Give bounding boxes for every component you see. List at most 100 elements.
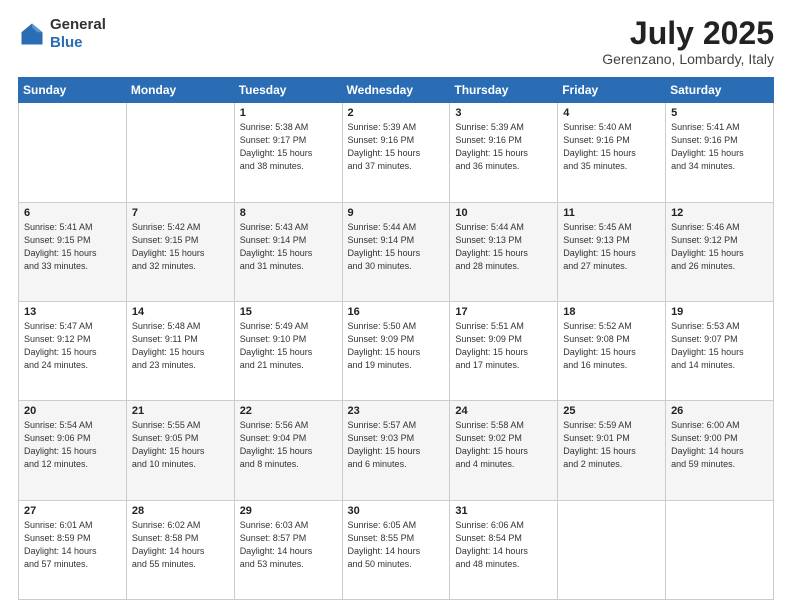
day-info: Sunrise: 5:55 AM Sunset: 9:05 PM Dayligh…: [132, 419, 229, 471]
day-info: Sunrise: 6:00 AM Sunset: 9:00 PM Dayligh…: [671, 419, 768, 471]
day-number: 18: [563, 306, 660, 318]
day-number: 25: [563, 405, 660, 417]
calendar-cell: 26 Sunrise: 6:00 AM Sunset: 9:00 PM Dayli…: [666, 401, 774, 500]
calendar-cell: 12 Sunrise: 5:46 AM Sunset: 9:12 PM Dayli…: [666, 202, 774, 301]
day-info: Sunrise: 5:42 AM Sunset: 9:15 PM Dayligh…: [132, 221, 229, 273]
calendar-week-1: 1 Sunrise: 5:38 AM Sunset: 9:17 PM Daylig…: [19, 103, 774, 202]
day-number: 15: [240, 306, 337, 318]
calendar-cell: 15 Sunrise: 5:49 AM Sunset: 9:10 PM Dayli…: [234, 301, 342, 400]
calendar-table: Sunday Monday Tuesday Wednesday Thursday…: [18, 77, 774, 600]
logo-blue: Blue: [50, 34, 83, 51]
logo-text: General Blue: [50, 16, 106, 52]
calendar-cell: 21 Sunrise: 5:55 AM Sunset: 9:05 PM Dayli…: [126, 401, 234, 500]
calendar-cell: 30Sunrise: 6:05 AM Sunset: 8:55 PM Dayli…: [342, 500, 450, 599]
day-info: Sunrise: 5:40 AM Sunset: 9:16 PM Dayligh…: [563, 121, 660, 173]
calendar-cell: 8 Sunrise: 5:43 AM Sunset: 9:14 PM Daylig…: [234, 202, 342, 301]
day-number: 6: [24, 207, 121, 219]
calendar-cell: 7 Sunrise: 5:42 AM Sunset: 9:15 PM Daylig…: [126, 202, 234, 301]
day-number: 9: [348, 207, 445, 219]
col-sunday: Sunday: [19, 78, 127, 103]
calendar-cell: 28Sunrise: 6:02 AM Sunset: 8:58 PM Dayli…: [126, 500, 234, 599]
calendar-cell: 18Sunrise: 5:52 AM Sunset: 9:08 PM Dayli…: [558, 301, 666, 400]
calendar-cell: 1 Sunrise: 5:38 AM Sunset: 9:17 PM Daylig…: [234, 103, 342, 202]
day-number: 31: [455, 505, 552, 517]
calendar-cell: 27Sunrise: 6:01 AM Sunset: 8:59 PM Dayli…: [19, 500, 127, 599]
day-info: Sunrise: 5:38 AM Sunset: 9:17 PM Dayligh…: [240, 121, 337, 173]
calendar-cell: [19, 103, 127, 202]
calendar-cell: 17Sunrise: 5:51 AM Sunset: 9:09 PM Dayli…: [450, 301, 558, 400]
day-number: 21: [132, 405, 229, 417]
col-friday: Friday: [558, 78, 666, 103]
col-wednesday: Wednesday: [342, 78, 450, 103]
calendar-cell: 16 Sunrise: 5:50 AM Sunset: 9:09 PM Dayli…: [342, 301, 450, 400]
title-block: July 2025 Gerenzano, Lombardy, Italy: [602, 16, 774, 67]
day-info: Sunrise: 5:50 AM Sunset: 9:09 PM Dayligh…: [348, 320, 445, 372]
day-number: 17: [455, 306, 552, 318]
logo-icon: [18, 20, 46, 48]
day-info: Sunrise: 5:58 AM Sunset: 9:02 PM Dayligh…: [455, 419, 552, 471]
calendar-cell: [666, 500, 774, 599]
day-number: 8: [240, 207, 337, 219]
day-number: 30: [348, 505, 445, 517]
day-number: 14: [132, 306, 229, 318]
day-info: Sunrise: 5:59 AM Sunset: 9:01 PM Dayligh…: [563, 419, 660, 471]
col-tuesday: Tuesday: [234, 78, 342, 103]
day-info: Sunrise: 5:57 AM Sunset: 9:03 PM Dayligh…: [348, 419, 445, 471]
day-number: 3: [455, 107, 552, 119]
day-number: 7: [132, 207, 229, 219]
day-info: Sunrise: 5:41 AM Sunset: 9:16 PM Dayligh…: [671, 121, 768, 173]
day-number: 26: [671, 405, 768, 417]
month-title: July 2025: [602, 16, 774, 51]
calendar-cell: 13 Sunrise: 5:47 AM Sunset: 9:12 PM Dayli…: [19, 301, 127, 400]
calendar-cell: 22Sunrise: 5:56 AM Sunset: 9:04 PM Dayli…: [234, 401, 342, 500]
calendar-week-3: 13 Sunrise: 5:47 AM Sunset: 9:12 PM Dayli…: [19, 301, 774, 400]
day-number: 11: [563, 207, 660, 219]
day-number: 23: [348, 405, 445, 417]
day-number: 13: [24, 306, 121, 318]
col-thursday: Thursday: [450, 78, 558, 103]
day-number: 19: [671, 306, 768, 318]
calendar-cell: 11 Sunrise: 5:45 AM Sunset: 9:13 PM Dayli…: [558, 202, 666, 301]
calendar-cell: [126, 103, 234, 202]
day-info: Sunrise: 6:06 AM Sunset: 8:54 PM Dayligh…: [455, 519, 552, 571]
page: General Blue July 2025 Gerenzano, Lombar…: [0, 0, 792, 612]
day-info: Sunrise: 5:45 AM Sunset: 9:13 PM Dayligh…: [563, 221, 660, 273]
day-info: Sunrise: 5:46 AM Sunset: 9:12 PM Dayligh…: [671, 221, 768, 273]
day-number: 5: [671, 107, 768, 119]
calendar-cell: 6 Sunrise: 5:41 AM Sunset: 9:15 PM Daylig…: [19, 202, 127, 301]
day-number: 1: [240, 107, 337, 119]
calendar-cell: 5 Sunrise: 5:41 AM Sunset: 9:16 PM Daylig…: [666, 103, 774, 202]
day-number: 29: [240, 505, 337, 517]
day-info: Sunrise: 5:44 AM Sunset: 9:14 PM Dayligh…: [348, 221, 445, 273]
calendar-week-4: 20Sunrise: 5:54 AM Sunset: 9:06 PM Dayli…: [19, 401, 774, 500]
calendar-cell: [558, 500, 666, 599]
day-number: 22: [240, 405, 337, 417]
day-info: Sunrise: 5:43 AM Sunset: 9:14 PM Dayligh…: [240, 221, 337, 273]
day-number: 28: [132, 505, 229, 517]
day-info: Sunrise: 5:39 AM Sunset: 9:16 PM Dayligh…: [348, 121, 445, 173]
header: General Blue July 2025 Gerenzano, Lombar…: [18, 16, 774, 67]
day-number: 10: [455, 207, 552, 219]
day-number: 27: [24, 505, 121, 517]
col-monday: Monday: [126, 78, 234, 103]
calendar-cell: 2Sunrise: 5:39 AM Sunset: 9:16 PM Daylig…: [342, 103, 450, 202]
day-info: Sunrise: 5:49 AM Sunset: 9:10 PM Dayligh…: [240, 320, 337, 372]
calendar-cell: 29Sunrise: 6:03 AM Sunset: 8:57 PM Dayli…: [234, 500, 342, 599]
day-info: Sunrise: 5:47 AM Sunset: 9:12 PM Dayligh…: [24, 320, 121, 372]
calendar-week-5: 27Sunrise: 6:01 AM Sunset: 8:59 PM Dayli…: [19, 500, 774, 599]
day-info: Sunrise: 5:41 AM Sunset: 9:15 PM Dayligh…: [24, 221, 121, 273]
calendar-cell: 25 Sunrise: 5:59 AM Sunset: 9:01 PM Dayli…: [558, 401, 666, 500]
calendar-header-row: Sunday Monday Tuesday Wednesday Thursday…: [19, 78, 774, 103]
day-info: Sunrise: 5:44 AM Sunset: 9:13 PM Dayligh…: [455, 221, 552, 273]
day-number: 12: [671, 207, 768, 219]
calendar-cell: 20Sunrise: 5:54 AM Sunset: 9:06 PM Dayli…: [19, 401, 127, 500]
calendar-cell: 10 Sunrise: 5:44 AM Sunset: 9:13 PM Dayli…: [450, 202, 558, 301]
day-number: 4: [563, 107, 660, 119]
day-info: Sunrise: 5:39 AM Sunset: 9:16 PM Dayligh…: [455, 121, 552, 173]
day-info: Sunrise: 5:54 AM Sunset: 9:06 PM Dayligh…: [24, 419, 121, 471]
day-number: 24: [455, 405, 552, 417]
calendar-cell: 19Sunrise: 5:53 AM Sunset: 9:07 PM Dayli…: [666, 301, 774, 400]
day-number: 16: [348, 306, 445, 318]
logo-general: General: [50, 16, 106, 33]
calendar-cell: 31 Sunrise: 6:06 AM Sunset: 8:54 PM Dayli…: [450, 500, 558, 599]
